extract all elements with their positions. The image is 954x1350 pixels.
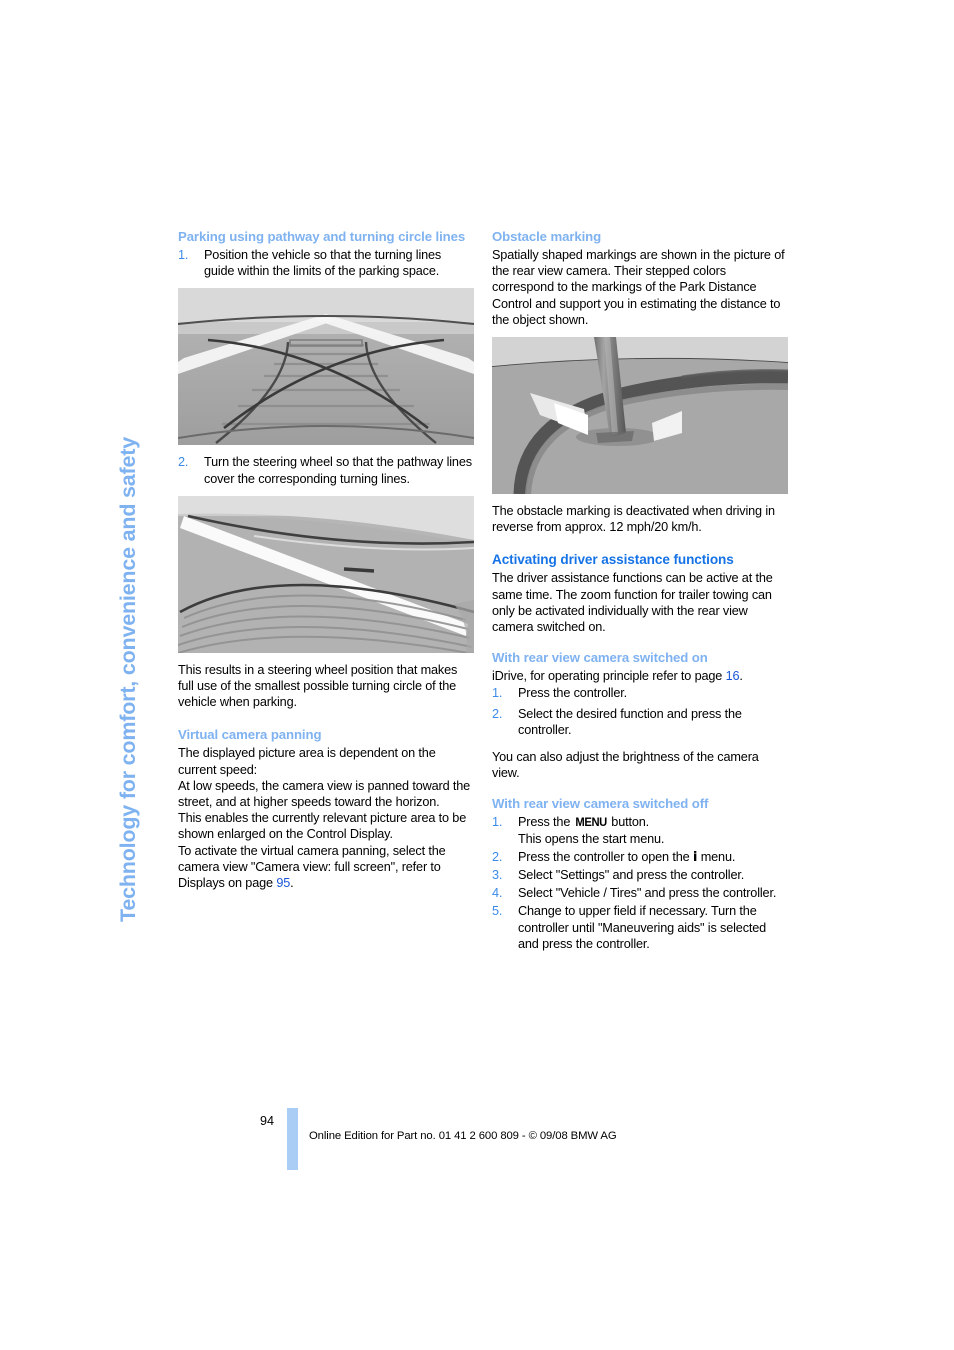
list-number: 1. bbox=[492, 686, 503, 701]
list-item: 3. Select "Settings" and press the contr… bbox=[492, 867, 788, 883]
menu-button-key: MENU bbox=[574, 815, 607, 830]
manual-page: Technology for comfort, convenience and … bbox=[0, 0, 954, 1350]
camera-on-steps-list: 1. Press the controller. 2. Select the d… bbox=[492, 685, 788, 738]
list-item: 1. Press the MENU button. This opens the … bbox=[492, 814, 788, 846]
right-column: Obstacle marking Spatially shaped markin… bbox=[492, 228, 788, 954]
paragraph-activate-panning: To activate the virtual camera panning, … bbox=[178, 843, 474, 892]
footer-imprint: Online Edition for Part no. 01 41 2 600 … bbox=[309, 1130, 617, 1142]
list-item-text: Select "Vehicle / Tires" and press the c… bbox=[518, 886, 777, 901]
figure-pathway-covering: VIRTUAL CAMERA bbox=[178, 495, 474, 653]
list-item: 5. Change to upper field if necessary. T… bbox=[492, 903, 788, 952]
list-number: 5. bbox=[492, 904, 503, 919]
paragraph-activate-panning-text-b: . bbox=[290, 876, 294, 891]
off-step-1-text-b: button. bbox=[607, 815, 650, 830]
rear-view-camera-image-2 bbox=[178, 495, 474, 653]
parking-steps-list-2: 2. Turn the steering wheel so that the p… bbox=[178, 454, 474, 486]
list-item: 2. Turn the steering wheel so that the p… bbox=[178, 454, 474, 486]
info-icon: i bbox=[692, 850, 698, 866]
off-step-2-text-a: Press the controller to open the bbox=[518, 849, 693, 864]
figure-turning-lines: VIRTUAL CAMERA bbox=[178, 288, 474, 446]
page-number: 94 bbox=[260, 1114, 275, 1128]
list-item-text: Change to upper field if necessary. Turn… bbox=[518, 904, 767, 951]
list-number: 4. bbox=[492, 886, 503, 901]
list-item: 2. Press the controller to open the i me… bbox=[492, 849, 788, 865]
rear-view-camera-image-3 bbox=[492, 337, 788, 495]
left-column: Parking using pathway and turning circle… bbox=[178, 228, 474, 891]
heading-parking-using-pathway: Parking using pathway and turning circle… bbox=[178, 229, 466, 244]
heading-camera-switched-on: With rear view camera switched on bbox=[492, 650, 708, 666]
list-item: 1. Position the vehicle so that the turn… bbox=[178, 247, 474, 279]
off-step-1-text-a: Press the bbox=[518, 815, 574, 830]
paragraph-idrive-text-b: . bbox=[739, 669, 743, 684]
list-item: 1. Press the controller. bbox=[492, 685, 788, 701]
list-number: 1. bbox=[492, 815, 503, 830]
list-item: 2. Select the desired function and press… bbox=[492, 706, 788, 738]
off-step-1-text-c: This opens the start menu. bbox=[518, 831, 665, 846]
paragraph-activate-panning-text-a: To activate the virtual camera panning, … bbox=[178, 843, 446, 891]
heading-activating-driver-assistance: Activating driver assistance functions bbox=[492, 552, 734, 568]
list-number: 2. bbox=[492, 849, 503, 864]
chapter-tab: Technology for comfort, convenience and … bbox=[108, 222, 148, 922]
list-item-text: Turn the steering wheel so that the path… bbox=[204, 455, 472, 486]
paragraph-brightness-adjust: You can also adjust the brightness of th… bbox=[492, 750, 759, 781]
list-item-text: Press the controller to open the i menu. bbox=[518, 849, 736, 866]
list-item-text: Press the controller. bbox=[518, 686, 627, 701]
list-item: 4. Select "Vehicle / Tires" and press th… bbox=[492, 885, 788, 901]
paragraph-driver-assistance: The driver assistance functions can be a… bbox=[492, 571, 773, 635]
paragraph-obstacle-deactivated: The obstacle marking is deactivated when… bbox=[492, 504, 775, 535]
figure-obstacle-marking: OBSTACLE MARKING bbox=[492, 337, 788, 495]
paragraph-obstacle-marking: Spatially shaped markings are shown in t… bbox=[492, 248, 785, 327]
camera-off-steps-list: 1. Press the MENU button. This opens the … bbox=[492, 814, 788, 952]
paragraph-idrive-text-a: iDrive, for operating principle refer to… bbox=[492, 669, 726, 684]
list-number: 1. bbox=[178, 248, 189, 262]
off-step-2-text-b: menu. bbox=[697, 849, 736, 864]
list-number: 2. bbox=[178, 455, 189, 470]
chapter-tab-label: Technology for comfort, convenience and … bbox=[115, 437, 140, 922]
rear-view-camera-image-1 bbox=[178, 288, 474, 446]
heading-camera-switched-off: With rear view camera switched off bbox=[492, 796, 709, 812]
list-item-text: Position the vehicle so that the turning… bbox=[204, 248, 442, 279]
parking-steps-list-1: 1. Position the vehicle so that the turn… bbox=[178, 247, 474, 279]
list-number: 2. bbox=[492, 706, 503, 721]
list-item-text: Select the desired function and press th… bbox=[518, 706, 742, 737]
page-reference-16[interactable]: 16 bbox=[726, 669, 740, 683]
paragraph-steering-result: This results in a steering wheel positio… bbox=[178, 662, 458, 710]
paragraph-low-speeds: At low speeds, the camera view is panned… bbox=[178, 778, 471, 810]
paragraph-picture-area: The displayed picture area is dependent … bbox=[178, 746, 436, 777]
list-number: 3. bbox=[492, 868, 503, 883]
heading-virtual-camera-panning: Virtual camera panning bbox=[178, 727, 322, 743]
paragraph-idrive-reference: iDrive, for operating principle refer to… bbox=[492, 668, 788, 684]
list-item-text: Select "Settings" and press the controll… bbox=[518, 868, 745, 883]
list-item-text: Press the MENU button. This opens the sta… bbox=[518, 815, 664, 845]
footer-accent-bar bbox=[287, 1108, 298, 1170]
paragraph-enlarged-display: This enables the currently relevant pict… bbox=[178, 811, 467, 842]
page-footer: 94 Online Edition for Part no. 01 41 2 6… bbox=[178, 1108, 798, 1174]
page-reference-95[interactable]: 95 bbox=[276, 876, 290, 890]
heading-obstacle-marking: Obstacle marking bbox=[492, 229, 602, 244]
